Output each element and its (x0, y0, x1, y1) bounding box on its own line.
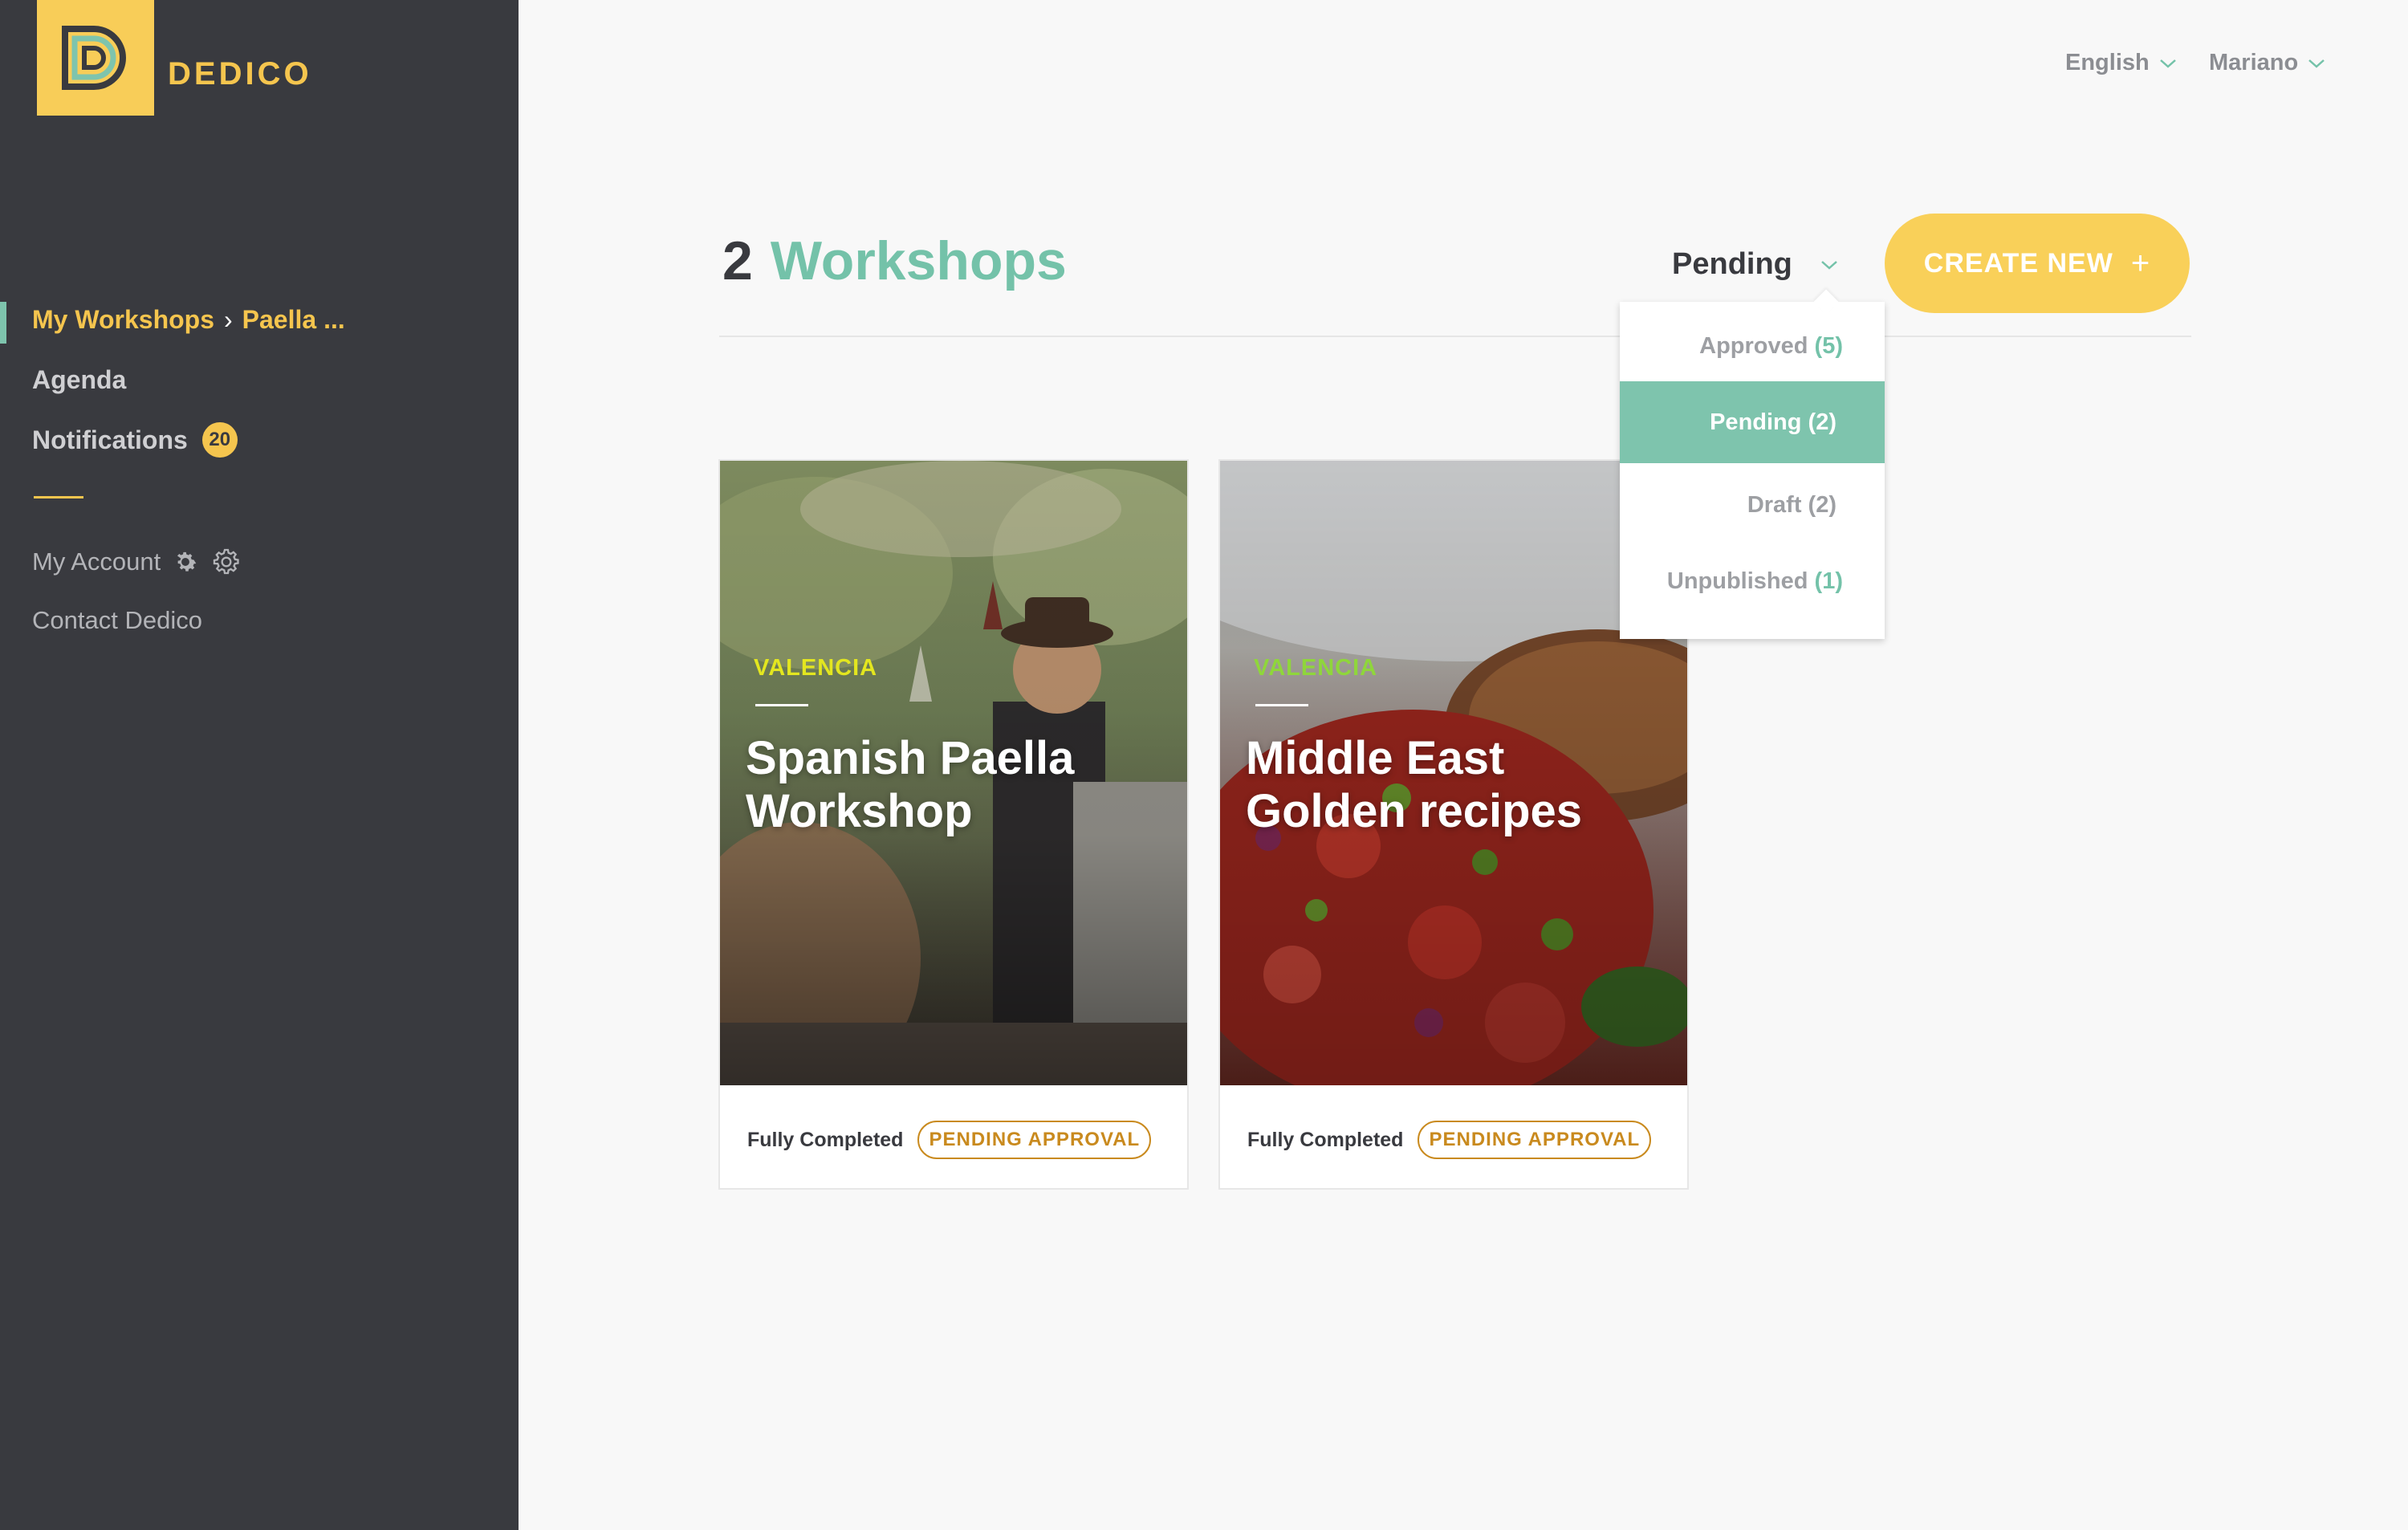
filter-option-label: Draft (1747, 492, 1802, 518)
sidebar-item-label: My Account (32, 547, 161, 576)
filter-option-label: Approved (1699, 333, 1808, 359)
filter-option-unpublished[interactable]: Unpublished (1) (1620, 561, 1885, 601)
workshop-city: VALENCIA (754, 655, 878, 681)
sidebar-item-label: Agenda (32, 365, 127, 394)
language-label: English (2065, 50, 2150, 75)
dedico-logo-icon (62, 26, 126, 90)
active-indicator (0, 302, 6, 344)
create-new-button[interactable]: CREATE NEW + (1885, 214, 2190, 313)
sidebar-divider (34, 496, 83, 498)
page-title: 2 Workshops (722, 230, 1067, 292)
chevron-right-icon: › (224, 305, 233, 334)
breadcrumb: My Workshops › Paella ... (32, 305, 345, 335)
breadcrumb-current[interactable]: Paella ... (242, 305, 345, 335)
sidebar-item-notifications[interactable]: Notifications 20 (32, 422, 238, 458)
filter-option-count: (1) (1814, 568, 1843, 594)
status-filter-value: Pending (1672, 247, 1792, 281)
completion-status: Fully Completed (1247, 1128, 1404, 1151)
workshop-photo: VALENCIA Spanish Paella Workshop (720, 461, 1187, 1085)
filter-option-count: (2) (1808, 492, 1837, 518)
status-filter-select[interactable]: Pending (1672, 247, 1839, 282)
workshop-city: VALENCIA (1254, 655, 1378, 681)
chevron-down-icon (2308, 59, 2325, 68)
workshop-photo: VALENCIA Middle East Golden recipes (1220, 461, 1687, 1085)
breadcrumb-my-workshops[interactable]: My Workshops (32, 305, 214, 335)
user-name: Mariano (2209, 50, 2299, 75)
cog-filled-icon (177, 551, 197, 572)
plus-icon: + (2130, 245, 2151, 281)
workshop-title[interactable]: Spanish Paella Workshop (746, 732, 1163, 838)
status-badge: PENDING APPROVAL (1418, 1121, 1652, 1159)
card-title-divider (1255, 704, 1308, 706)
language-selector[interactable]: English (2065, 50, 2177, 76)
workshop-card[interactable]: VALENCIA Middle East Golden recipes Full… (1218, 459, 1689, 1190)
filter-option-approved[interactable]: Approved (5) (1620, 326, 1885, 366)
filter-option-pending[interactable]: Pending (2) (1620, 381, 1885, 463)
workshop-count: 2 (722, 230, 753, 291)
sidebar-item-agenda[interactable]: Agenda (32, 365, 126, 395)
workshop-card[interactable]: VALENCIA Spanish Paella Workshop Fully C… (718, 459, 1189, 1190)
brand-name: DEDICO (168, 56, 312, 92)
sidebar-item-contact[interactable]: Contact Dedico (32, 606, 202, 635)
dropdown-caret (1813, 289, 1839, 315)
chevron-down-icon (1821, 260, 1837, 270)
notifications-count-badge: 20 (201, 422, 238, 458)
page-title-label: Workshops (770, 230, 1067, 291)
sidebar-item-label: Contact Dedico (32, 606, 202, 634)
chevron-down-icon (2159, 59, 2176, 68)
card-footer: Fully Completed PENDING APPROVAL (1247, 1121, 1652, 1159)
cog-outline-icon (214, 548, 239, 575)
sidebar-item-label: Notifications (32, 425, 188, 454)
card-title-divider (755, 704, 808, 706)
sidebar: DEDICO My Workshops › Paella ... Agenda … (0, 0, 519, 1530)
user-menu[interactable]: Mariano (2209, 50, 2325, 76)
status-badge: PENDING APPROVAL (917, 1121, 1152, 1159)
sidebar-item-my-account[interactable]: My Account (32, 546, 242, 578)
status-filter-dropdown: Approved (5) Pending (2) Draft (2) Unpub… (1620, 289, 1885, 639)
filter-option-label: Unpublished (1666, 568, 1808, 594)
filter-option-draft[interactable]: Draft (2) (1620, 485, 1885, 525)
workshop-title[interactable]: Middle East Golden recipes (1246, 732, 1663, 838)
filter-option-count: (2) (1808, 409, 1837, 435)
filter-option-label: Pending (1710, 409, 1802, 435)
card-footer: Fully Completed PENDING APPROVAL (747, 1121, 1152, 1159)
create-new-label: CREATE NEW (1923, 247, 2113, 279)
filter-option-count: (5) (1814, 333, 1843, 359)
dedico-logo[interactable] (37, 0, 154, 116)
completion-status: Fully Completed (747, 1128, 904, 1151)
header-divider (719, 336, 2191, 337)
